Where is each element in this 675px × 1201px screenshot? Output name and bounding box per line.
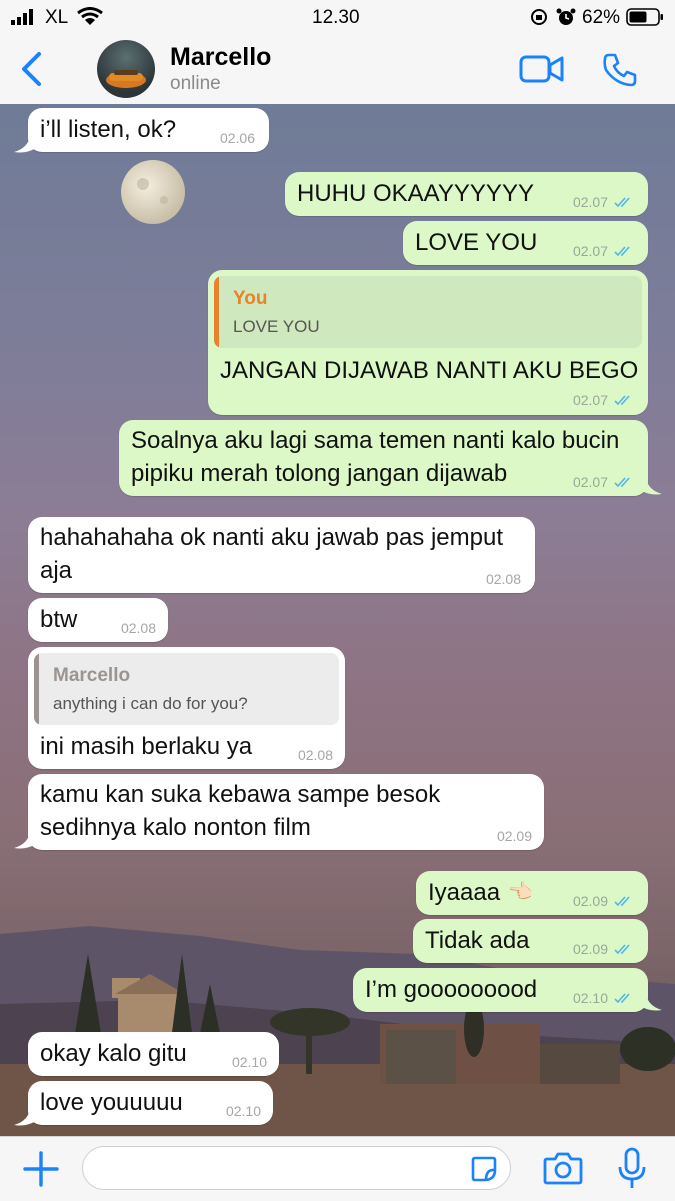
chat-header: Marcello online xyxy=(0,34,675,105)
message-bubble-outgoing[interactable]: I’m gooooooood 02.10 xyxy=(353,968,648,1012)
message-input[interactable] xyxy=(82,1146,511,1190)
microphone-icon[interactable] xyxy=(617,1147,647,1191)
battery-percentage: 62% xyxy=(582,7,621,28)
plus-icon[interactable] xyxy=(23,1151,59,1187)
read-receipt-icon xyxy=(614,944,630,955)
read-receipt-icon xyxy=(614,246,630,257)
back-chevron-icon[interactable] xyxy=(18,51,44,87)
message-bubble-incoming[interactable]: okay kalo gitu 02.10 xyxy=(28,1032,279,1076)
message-time: 02.10 xyxy=(231,1054,267,1070)
status-bar: XL 12.30 62% xyxy=(0,0,675,34)
quote-bar xyxy=(34,653,39,725)
message-text-line: aja xyxy=(40,557,73,584)
message-bubble-incoming-reply[interactable]: Marcello anything i can do for you? ini … xyxy=(28,647,345,769)
message-time: 02.07 xyxy=(572,194,608,210)
message-bubble-incoming[interactable]: btw 02.08 xyxy=(28,598,168,642)
message-text-line: hahahahaha ok nanti aku jawab pas jemput xyxy=(40,524,504,551)
message-bubble-outgoing[interactable]: Soalnya aku lagi sama temen nanti kalo b… xyxy=(119,420,648,496)
camera-icon[interactable] xyxy=(543,1151,583,1185)
message-text: ini masih berlaku ya xyxy=(40,733,253,760)
message-composer xyxy=(0,1136,675,1201)
message-time: 02.07 xyxy=(572,392,608,408)
battery-icon xyxy=(626,8,663,26)
quote-bar xyxy=(214,276,219,348)
message-time: 02.09 xyxy=(572,893,608,909)
message-text: LOVE YOU xyxy=(415,229,538,256)
message-time: 02.07 xyxy=(572,474,608,490)
read-receipt-icon xyxy=(614,896,630,907)
quote-text: LOVE YOU xyxy=(233,317,320,336)
message-time: 02.08 xyxy=(485,571,521,587)
sticker-icon[interactable] xyxy=(470,1155,498,1183)
message-time: 02.06 xyxy=(219,130,255,146)
quoted-message[interactable]: Marcello anything i can do for you? xyxy=(34,653,339,725)
bubble-tail xyxy=(14,1109,36,1126)
signal-icon xyxy=(11,9,33,25)
message-text: btw xyxy=(40,606,78,633)
bubble-tail xyxy=(640,994,662,1011)
contact-avatar[interactable] xyxy=(97,40,155,98)
phone-call-icon[interactable] xyxy=(602,52,638,88)
message-time: 02.10 xyxy=(572,990,608,1006)
message-text: HUHU OKAAYYYYYY xyxy=(297,180,534,207)
quote-author: Marcello xyxy=(53,665,131,686)
contact-name[interactable]: Marcello xyxy=(170,43,271,72)
quote-text: anything i can do for you? xyxy=(53,694,248,713)
message-bubble-incoming[interactable]: love youuuuu 02.10 xyxy=(28,1081,273,1125)
message-text-line: Soalnya aku lagi sama temen nanti kalo b… xyxy=(131,427,620,454)
chat-area[interactable]: i’ll listen, ok? 02.06 HUHU OKAAYYYYYY 0… xyxy=(0,104,675,1136)
message-text: i’ll listen, ok? xyxy=(40,116,177,143)
orientation-lock-icon xyxy=(531,9,547,25)
video-call-icon[interactable] xyxy=(519,53,565,85)
message-text-line: sedihnya kalo nonton film xyxy=(40,814,311,841)
read-receipt-icon xyxy=(614,197,630,208)
message-bubble-incoming[interactable]: hahahahaha ok nanti aku jawab pas jemput… xyxy=(28,517,535,593)
bubble-tail xyxy=(640,478,662,495)
message-text: Iyaaaa xyxy=(428,879,501,906)
message-text: love youuuuu xyxy=(40,1089,183,1116)
message-time: 02.07 xyxy=(572,243,608,259)
message-bubble-outgoing[interactable]: Tidak ada 02.09 xyxy=(413,919,648,963)
quoted-message[interactable]: You LOVE YOU xyxy=(214,276,642,348)
message-time: 02.09 xyxy=(496,828,532,844)
contact-status: online xyxy=(170,73,221,94)
message-text: Tidak ada xyxy=(425,927,530,954)
read-receipt-icon xyxy=(614,395,630,406)
quote-author: You xyxy=(233,288,268,309)
wifi-icon xyxy=(77,7,103,25)
message-bubble-outgoing[interactable]: LOVE YOU 02.07 xyxy=(403,221,648,265)
bubble-tail xyxy=(14,136,36,153)
message-time: 02.08 xyxy=(297,747,333,763)
message-text: I’m gooooooood xyxy=(365,976,538,1003)
message-time: 02.08 xyxy=(120,620,156,636)
alarm-icon xyxy=(556,8,576,25)
message-bubble-incoming[interactable]: i’ll listen, ok? 02.06 xyxy=(28,108,269,152)
pointing-hand-emoji: 👈🏻 xyxy=(508,881,533,903)
carrier-label: XL xyxy=(45,7,69,28)
message-bubble-outgoing[interactable]: HUHU OKAAYYYYYY 02.07 xyxy=(285,172,648,216)
read-receipt-icon xyxy=(614,477,630,488)
message-text-line: kamu kan suka kebawa sampe besok xyxy=(40,781,441,808)
message-text: okay kalo gitu xyxy=(40,1040,187,1067)
message-time: 02.09 xyxy=(572,941,608,957)
message-bubble-outgoing[interactable]: Iyaaaa 👈🏻 02.09 xyxy=(416,871,648,915)
message-text: JANGAN DIJAWAB NANTI AKU BEGO xyxy=(220,357,639,384)
message-bubble-incoming[interactable]: kamu kan suka kebawa sampe besok sedihny… xyxy=(28,774,544,850)
clock: 12.30 xyxy=(312,7,360,28)
bubble-tail xyxy=(14,832,36,849)
message-bubble-outgoing-reply[interactable]: You LOVE YOU JANGAN DIJAWAB NANTI AKU BE… xyxy=(208,270,648,415)
message-time: 02.10 xyxy=(225,1103,261,1119)
read-receipt-icon xyxy=(614,993,630,1004)
message-text-line: pipiku merah tolong jangan dijawab xyxy=(131,460,508,487)
